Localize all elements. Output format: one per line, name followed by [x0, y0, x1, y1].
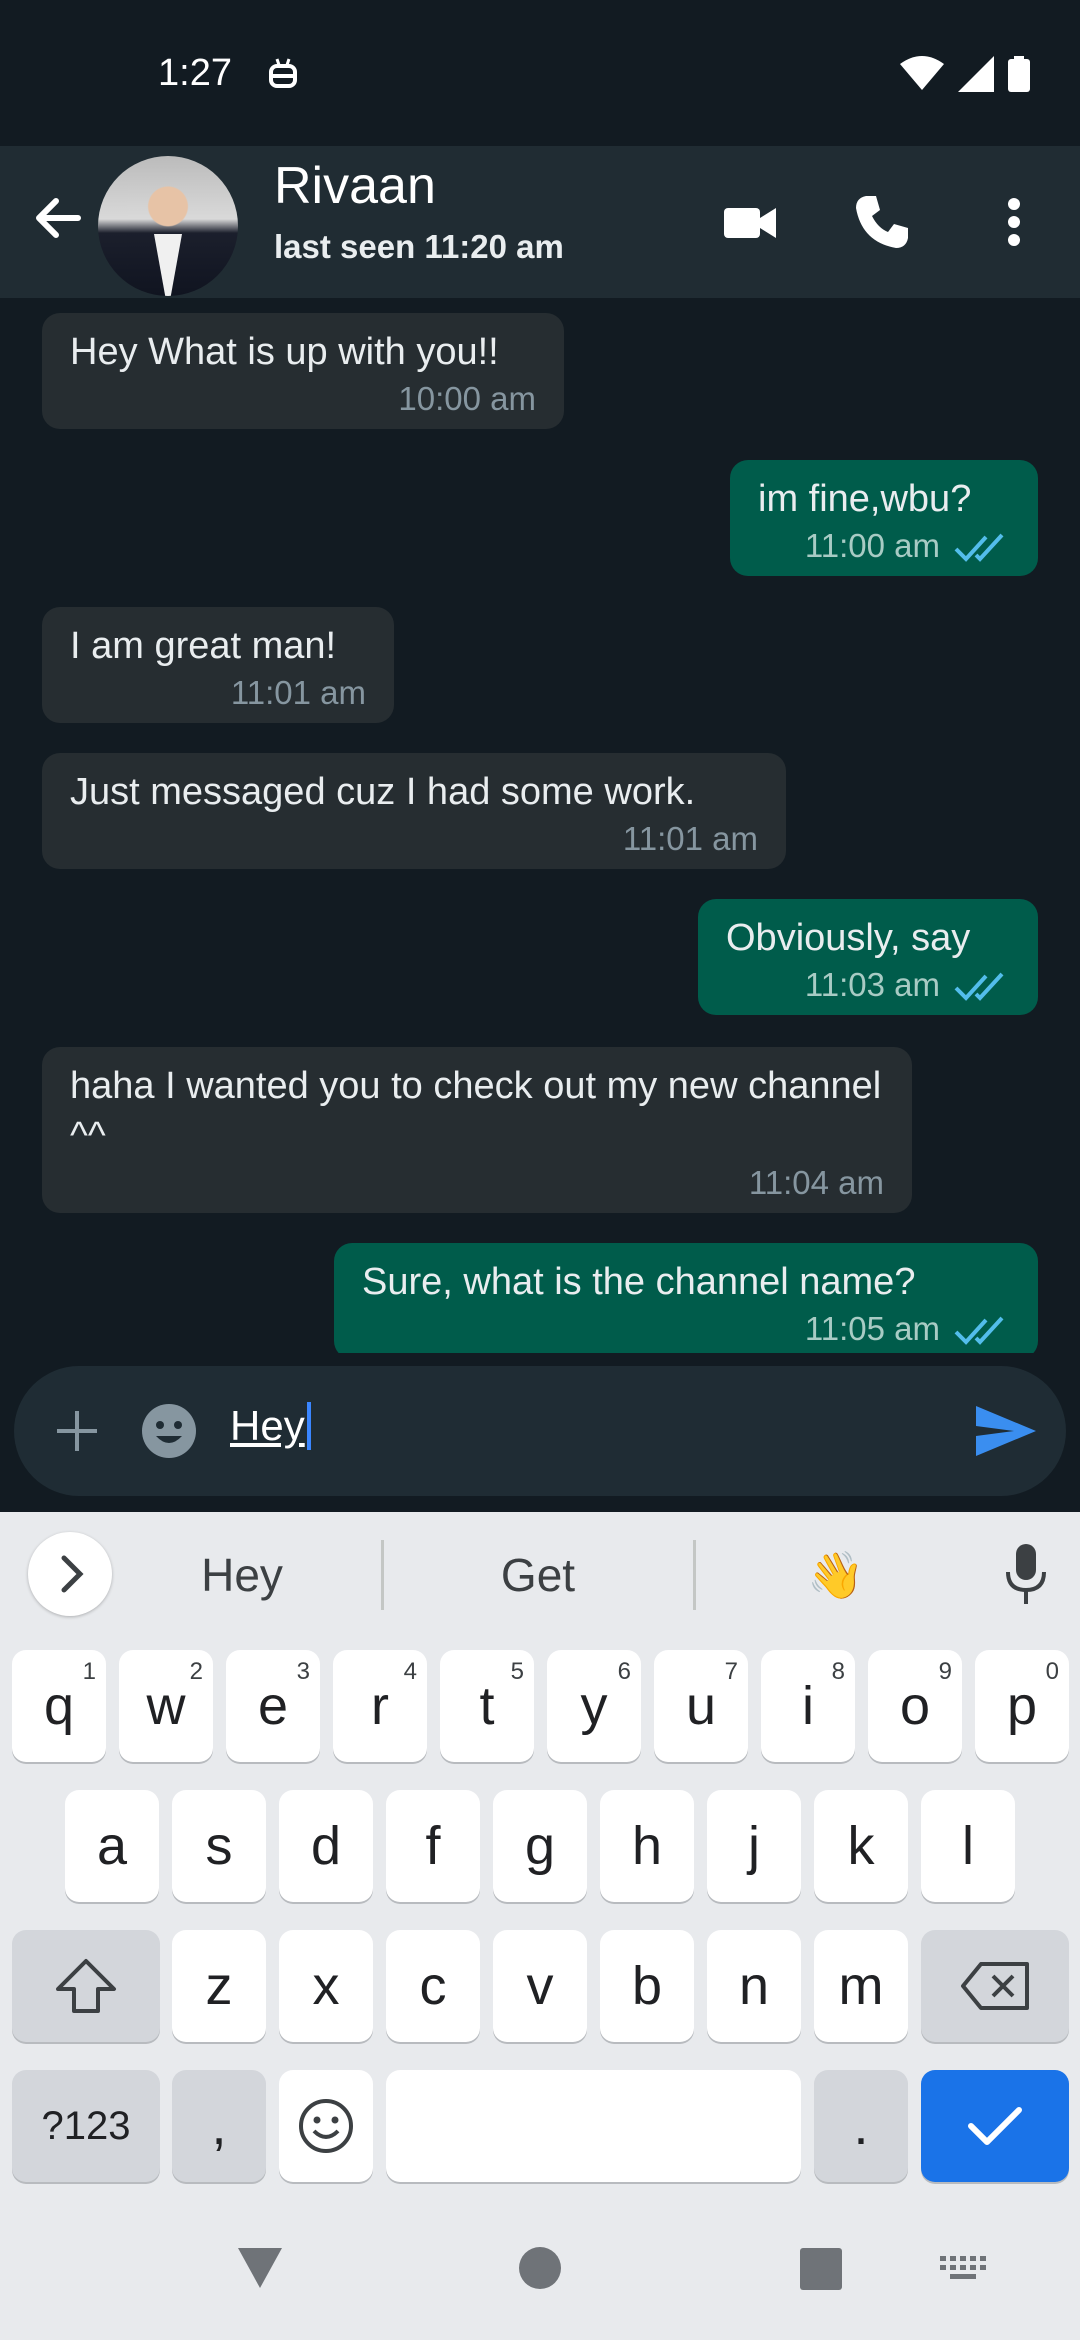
keyboard-switch-icon[interactable] [940, 2256, 986, 2282]
wifi-icon [900, 56, 944, 90]
emoji-icon[interactable] [140, 1402, 198, 1460]
read-receipt-icon [954, 1316, 1004, 1346]
message-list[interactable]: Hey What is up with you!! 10:00 am im fi… [0, 298, 1080, 1353]
message-time: 11:03 am [804, 966, 940, 1003]
home-nav-icon[interactable] [518, 2246, 562, 2290]
key-k[interactable]: k [814, 1790, 908, 1902]
suggestion-2[interactable]: Get [388, 1548, 688, 1602]
microphone-icon[interactable] [1004, 1542, 1048, 1606]
key-v[interactable]: v [493, 1930, 587, 2042]
status-icons [900, 56, 1030, 92]
more-options-icon[interactable] [982, 190, 1046, 254]
backspace-icon [961, 1962, 1029, 2010]
key-t[interactable]: t5 [440, 1650, 534, 1762]
android-debug-icon [269, 58, 297, 88]
emoji-icon [299, 2099, 353, 2153]
key-l[interactable]: l [921, 1790, 1015, 1902]
key-s[interactable]: s [172, 1790, 266, 1902]
message-bubble-incoming[interactable]: Just messaged cuz I had some work. 11:01… [42, 753, 786, 869]
key-q[interactable]: q1 [12, 1650, 106, 1762]
key-x[interactable]: x [279, 1930, 373, 2042]
key-d[interactable]: d [279, 1790, 373, 1902]
enter-key[interactable] [921, 2070, 1069, 2182]
message-text: Just messaged cuz I had some work. [70, 771, 696, 813]
key-h[interactable]: h [600, 1790, 694, 1902]
message-bubble-incoming[interactable]: haha I wanted you to check out my new ch… [42, 1047, 912, 1213]
key-z[interactable]: z [172, 1930, 266, 2042]
send-icon[interactable] [974, 1402, 1038, 1460]
message-text: Hey What is up with you!! [70, 331, 499, 373]
emoji-key[interactable] [279, 2070, 373, 2182]
shift-key[interactable] [12, 1930, 160, 2042]
recents-nav-icon[interactable] [800, 2248, 842, 2290]
message-text: im fine,wbu? [758, 478, 972, 520]
message-time: 11:00 am [804, 527, 940, 564]
video-call-icon[interactable] [718, 190, 782, 254]
message-text: Sure, what is the channel name? [362, 1261, 916, 1303]
signal-icon [958, 56, 994, 92]
key-p[interactable]: p0 [975, 1650, 1069, 1762]
message-time: 10:00 am [398, 380, 536, 417]
attach-plus-icon[interactable] [52, 1406, 102, 1456]
message-text: I am great man! [70, 625, 337, 667]
key-w[interactable]: w2 [119, 1650, 213, 1762]
back-nav-icon[interactable] [236, 2246, 284, 2290]
key-y[interactable]: y6 [547, 1650, 641, 1762]
avatar[interactable] [98, 156, 238, 296]
suggestion-strip: Hey Get 👋 [0, 1512, 1080, 1636]
key-j[interactable]: j [707, 1790, 801, 1902]
suggestion-3[interactable]: 👋 [686, 1548, 986, 1603]
chat-header: Rivaan last seen 11:20 am [0, 146, 1080, 298]
key-a[interactable]: a [65, 1790, 159, 1902]
battery-icon [1008, 56, 1030, 92]
message-time: 11:01 am [622, 820, 758, 857]
suggestion-1[interactable]: Hey [92, 1548, 392, 1602]
message-time: 11:05 am [804, 1310, 940, 1347]
back-arrow-icon[interactable] [30, 190, 86, 246]
period-key[interactable]: . [814, 2070, 908, 2182]
message-bubble-outgoing[interactable]: Obviously, say 11:03 am [698, 899, 1038, 1015]
message-bubble-incoming[interactable]: I am great man! 11:01 am [42, 607, 394, 723]
read-receipt-icon [954, 533, 1004, 563]
key-m[interactable]: m [814, 1930, 908, 2042]
key-f[interactable]: f [386, 1790, 480, 1902]
message-input[interactable]: Hey [230, 1402, 311, 1450]
checkmark-icon [968, 2107, 1022, 2145]
key-n[interactable]: n [707, 1930, 801, 2042]
contact-name[interactable]: Rivaan [274, 156, 436, 216]
status-time: 1:27 [158, 52, 232, 94]
voice-call-icon[interactable] [850, 190, 914, 254]
comma-key[interactable]: , [172, 2070, 266, 2182]
symbols-key[interactable]: ?123 [12, 2070, 160, 2182]
key-i[interactable]: i8 [761, 1650, 855, 1762]
message-composer: Hey [14, 1366, 1066, 1496]
message-bubble-outgoing[interactable]: Sure, what is the channel name? 11:05 am [334, 1243, 1038, 1353]
message-time: 11:04 am [748, 1164, 884, 1201]
key-e[interactable]: e3 [226, 1650, 320, 1762]
message-text: Obviously, say [726, 917, 971, 959]
key-r[interactable]: r4 [333, 1650, 427, 1762]
key-c[interactable]: c [386, 1930, 480, 2042]
key-u[interactable]: u7 [654, 1650, 748, 1762]
shift-icon [56, 1959, 116, 2013]
backspace-key[interactable] [921, 1930, 1069, 2042]
message-time: 11:01 am [230, 674, 366, 711]
navigation-bar [0, 2196, 1080, 2340]
status-bar: 1:27 [0, 0, 1080, 146]
space-key[interactable] [386, 2070, 801, 2182]
message-text: haha I wanted you to check out my new ch… [70, 1065, 882, 1157]
key-g[interactable]: g [493, 1790, 587, 1902]
key-b[interactable]: b [600, 1930, 694, 2042]
message-bubble-outgoing[interactable]: im fine,wbu? 11:00 am [730, 460, 1038, 576]
read-receipt-icon [954, 972, 1004, 1002]
key-o[interactable]: o9 [868, 1650, 962, 1762]
message-bubble-incoming[interactable]: Hey What is up with you!! 10:00 am [42, 313, 564, 429]
last-seen-status: last seen 11:20 am [274, 228, 564, 265]
